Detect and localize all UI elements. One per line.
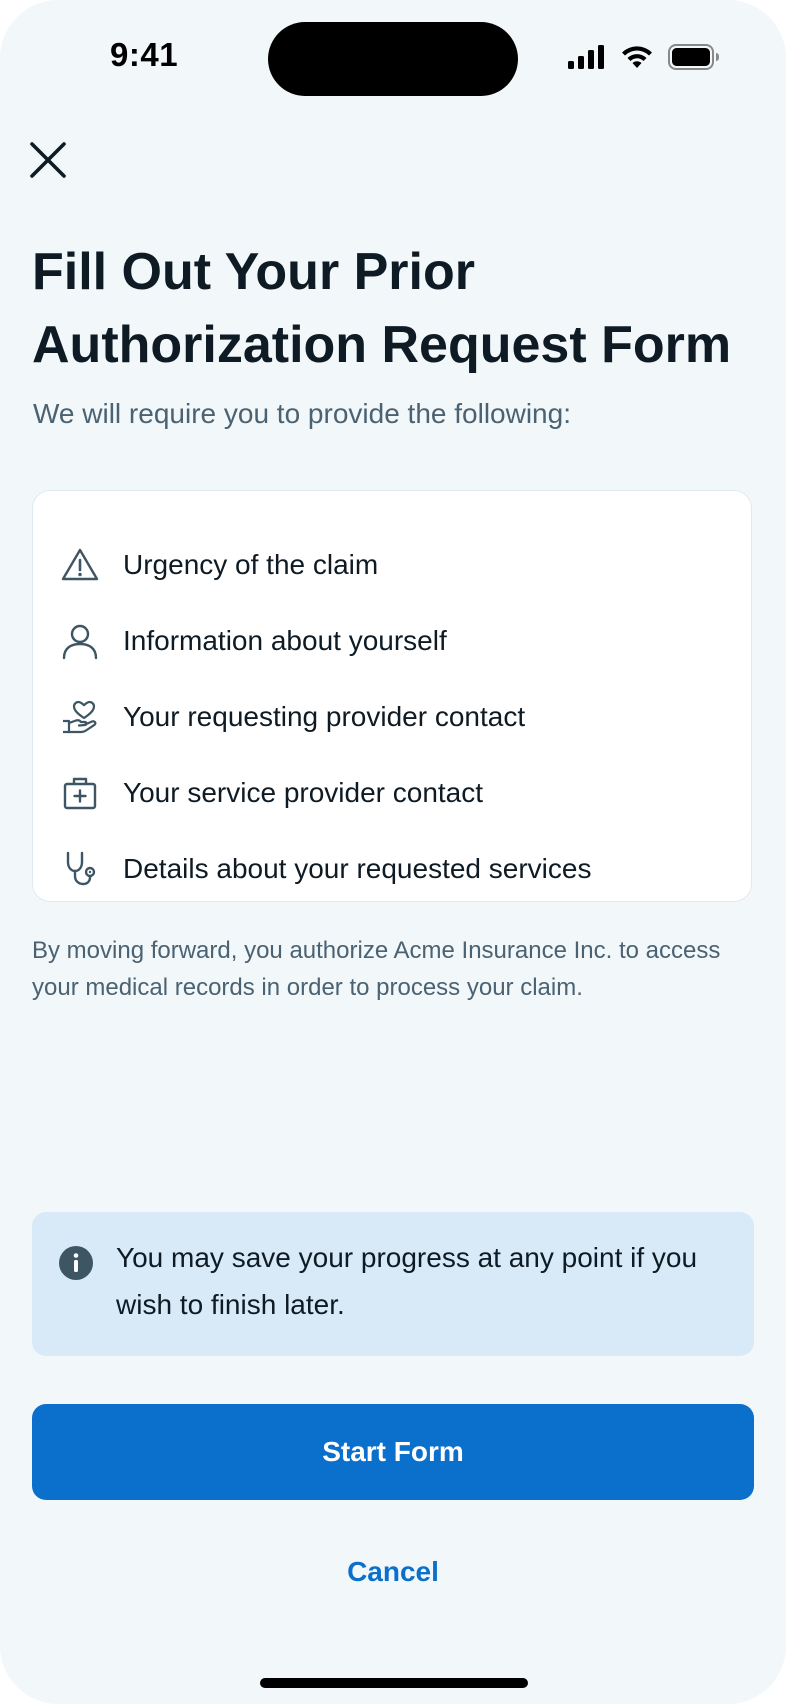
requirement-urgency: Urgency of the claim (59, 543, 378, 587)
requirement-requesting-provider: Your requesting provider contact (59, 695, 525, 739)
home-indicator[interactable] (260, 1678, 528, 1688)
medical-kit-icon (59, 772, 101, 814)
requirements-card: Urgency of the claim Information about y… (32, 490, 752, 902)
requirement-service-provider: Your service provider contact (59, 771, 483, 815)
phone-screen: 9:41 Fill Out Your Prior Authorization R… (0, 0, 786, 1704)
start-form-button[interactable]: Start Form (32, 1404, 754, 1500)
requirement-requested-services: Details about your requested services (59, 847, 591, 891)
page-title: Fill Out Your Prior Authorization Reques… (32, 243, 732, 374)
requirement-label: Your requesting provider contact (123, 701, 526, 732)
user-icon (59, 620, 101, 662)
dynamic-island (268, 22, 518, 96)
close-icon (30, 142, 66, 178)
authorization-disclaimer: By moving forward, you authorize Acme In… (32, 937, 721, 1001)
requirement-label: Details about your requested services (123, 853, 592, 884)
requirement-label: Information about yourself (123, 625, 447, 656)
info-icon (59, 1246, 93, 1280)
stethoscope-icon (59, 848, 101, 890)
close-button[interactable] (28, 140, 68, 180)
requirement-label: Urgency of the claim (123, 549, 379, 580)
requirement-label: Your service provider contact (123, 777, 484, 808)
cancel-button[interactable]: Cancel (293, 1546, 493, 1598)
info-banner: You may save your progress at any point … (32, 1212, 754, 1356)
battery-icon (668, 44, 719, 70)
page-subtitle: We will require you to provide the follo… (33, 398, 571, 429)
hand-heart-icon (59, 696, 101, 738)
wifi-icon (622, 46, 652, 68)
warning-triangle-icon (59, 544, 101, 586)
info-banner-text: You may save your progress at any point … (116, 1242, 698, 1320)
cellular-signal-icon (568, 45, 604, 69)
status-time: 9:41 (110, 36, 179, 73)
status-icons (568, 44, 720, 70)
requirement-personal-info: Information about yourself (59, 619, 447, 663)
